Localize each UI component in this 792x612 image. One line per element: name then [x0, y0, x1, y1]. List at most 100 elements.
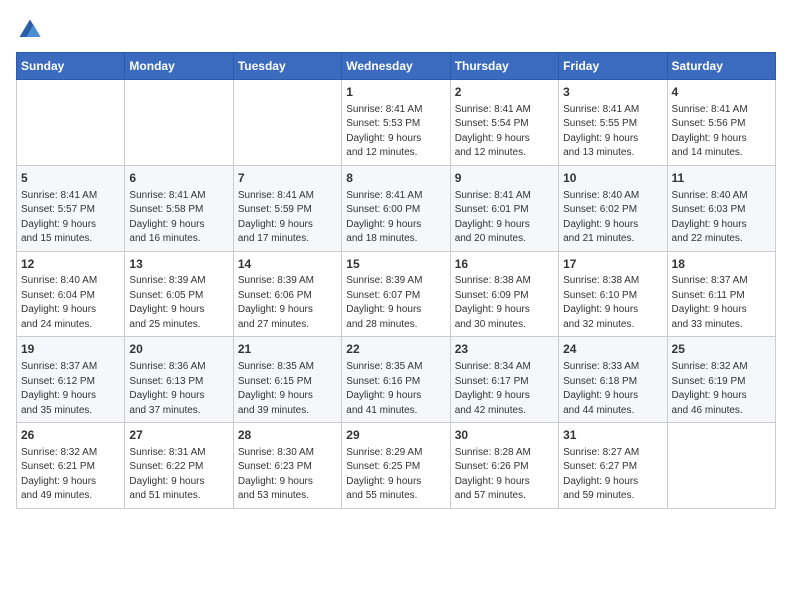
day-number: 20	[129, 341, 228, 358]
day-number: 23	[455, 341, 554, 358]
day-info: Sunrise: 8:41 AM Sunset: 5:54 PM Dayligh…	[455, 103, 554, 161]
day-info: Sunrise: 8:36 AM Sunset: 6:13 PM Dayligh…	[129, 360, 228, 418]
day-cell: 16Sunrise: 8:38 AM Sunset: 6:09 PM Dayli…	[450, 251, 558, 337]
day-cell: 27 Sunrise: 8:31 AM Sunset: 6:22 PM Dayli…	[125, 423, 233, 509]
day-header-wednesday: Wednesday	[342, 53, 450, 80]
day-cell: 8 Sunrise: 8:41 AM Sunset: 6:00 PM Daylig…	[342, 165, 450, 251]
day-info: Sunrise: 8:35 AM Sunset: 6:16 PM Dayligh…	[346, 360, 445, 418]
day-cell: 17Sunrise: 8:38 AM Sunset: 6:10 PM Dayli…	[559, 251, 667, 337]
day-info: Sunrise: 8:41 AM Sunset: 5:53 PM Dayligh…	[346, 103, 445, 161]
day-info: Sunrise: 8:27 AM Sunset: 6:27 PM Dayligh…	[563, 446, 662, 504]
day-number: 17	[563, 256, 662, 273]
day-info: Sunrise: 8:39 AM Sunset: 6:05 PM Dayligh…	[129, 274, 228, 332]
day-info: Sunrise: 8:41 AM Sunset: 6:01 PM Dayligh…	[455, 189, 554, 247]
day-cell: 18Sunrise: 8:37 AM Sunset: 6:11 PM Dayli…	[667, 251, 775, 337]
day-cell: 20 Sunrise: 8:36 AM Sunset: 6:13 PM Dayli…	[125, 337, 233, 423]
week-row-3: 12Sunrise: 8:40 AM Sunset: 6:04 PM Dayli…	[17, 251, 776, 337]
day-cell	[667, 423, 775, 509]
day-info: Sunrise: 8:41 AM Sunset: 5:56 PM Dayligh…	[672, 103, 771, 161]
day-cell: 10Sunrise: 8:40 AM Sunset: 6:02 PM Dayli…	[559, 165, 667, 251]
day-number: 30	[455, 427, 554, 444]
day-info: Sunrise: 8:40 AM Sunset: 6:03 PM Dayligh…	[672, 189, 771, 247]
day-cell: 12Sunrise: 8:40 AM Sunset: 6:04 PM Dayli…	[17, 251, 125, 337]
day-cell	[125, 80, 233, 166]
day-info: Sunrise: 8:29 AM Sunset: 6:25 PM Dayligh…	[346, 446, 445, 504]
day-info: Sunrise: 8:37 AM Sunset: 6:11 PM Dayligh…	[672, 274, 771, 332]
day-cell: 19 Sunrise: 8:37 AM Sunset: 6:12 PM Dayli…	[17, 337, 125, 423]
day-info: Sunrise: 8:41 AM Sunset: 5:58 PM Dayligh…	[129, 189, 228, 247]
day-cell: 5 Sunrise: 8:41 AM Sunset: 5:57 PM Daylig…	[17, 165, 125, 251]
day-number: 10	[563, 170, 662, 187]
page-header	[16, 16, 776, 44]
day-info: Sunrise: 8:39 AM Sunset: 6:06 PM Dayligh…	[238, 274, 337, 332]
day-cell: 1 Sunrise: 8:41 AM Sunset: 5:53 PM Daylig…	[342, 80, 450, 166]
day-info: Sunrise: 8:31 AM Sunset: 6:22 PM Dayligh…	[129, 446, 228, 504]
day-number: 5	[21, 170, 120, 187]
day-cell: 2 Sunrise: 8:41 AM Sunset: 5:54 PM Daylig…	[450, 80, 558, 166]
day-number: 9	[455, 170, 554, 187]
day-info: Sunrise: 8:37 AM Sunset: 6:12 PM Dayligh…	[21, 360, 120, 418]
day-number: 1	[346, 84, 445, 101]
day-cell: 7 Sunrise: 8:41 AM Sunset: 5:59 PM Daylig…	[233, 165, 341, 251]
logo-icon	[16, 16, 44, 44]
day-info: Sunrise: 8:41 AM Sunset: 5:55 PM Dayligh…	[563, 103, 662, 161]
day-number: 8	[346, 170, 445, 187]
week-row-2: 5 Sunrise: 8:41 AM Sunset: 5:57 PM Daylig…	[17, 165, 776, 251]
day-info: Sunrise: 8:33 AM Sunset: 6:18 PM Dayligh…	[563, 360, 662, 418]
week-row-5: 26 Sunrise: 8:32 AM Sunset: 6:21 PM Dayli…	[17, 423, 776, 509]
day-number: 14	[238, 256, 337, 273]
day-info: Sunrise: 8:39 AM Sunset: 6:07 PM Dayligh…	[346, 274, 445, 332]
day-number: 7	[238, 170, 337, 187]
day-cell: 31 Sunrise: 8:27 AM Sunset: 6:27 PM Dayli…	[559, 423, 667, 509]
day-number: 28	[238, 427, 337, 444]
day-cell: 25 Sunrise: 8:32 AM Sunset: 6:19 PM Dayli…	[667, 337, 775, 423]
day-cell: 14Sunrise: 8:39 AM Sunset: 6:06 PM Dayli…	[233, 251, 341, 337]
day-number: 31	[563, 427, 662, 444]
day-cell: 21 Sunrise: 8:35 AM Sunset: 6:15 PM Dayli…	[233, 337, 341, 423]
day-cell: 23Sunrise: 8:34 AM Sunset: 6:17 PM Dayli…	[450, 337, 558, 423]
day-cell: 6 Sunrise: 8:41 AM Sunset: 5:58 PM Daylig…	[125, 165, 233, 251]
calendar-table: SundayMondayTuesdayWednesdayThursdayFrid…	[16, 52, 776, 509]
day-number: 11	[672, 170, 771, 187]
day-info: Sunrise: 8:32 AM Sunset: 6:19 PM Dayligh…	[672, 360, 771, 418]
day-info: Sunrise: 8:40 AM Sunset: 6:04 PM Dayligh…	[21, 274, 120, 332]
day-cell: 29 Sunrise: 8:29 AM Sunset: 6:25 PM Dayli…	[342, 423, 450, 509]
day-number: 15	[346, 256, 445, 273]
day-cell: 4Sunrise: 8:41 AM Sunset: 5:56 PM Daylig…	[667, 80, 775, 166]
day-cell: 24 Sunrise: 8:33 AM Sunset: 6:18 PM Dayli…	[559, 337, 667, 423]
day-info: Sunrise: 8:30 AM Sunset: 6:23 PM Dayligh…	[238, 446, 337, 504]
day-info: Sunrise: 8:41 AM Sunset: 5:59 PM Dayligh…	[238, 189, 337, 247]
day-cell: 26 Sunrise: 8:32 AM Sunset: 6:21 PM Dayli…	[17, 423, 125, 509]
day-header-friday: Friday	[559, 53, 667, 80]
day-number: 6	[129, 170, 228, 187]
day-number: 16	[455, 256, 554, 273]
day-number: 25	[672, 341, 771, 358]
day-cell	[233, 80, 341, 166]
day-cell: 9 Sunrise: 8:41 AM Sunset: 6:01 PM Daylig…	[450, 165, 558, 251]
day-info: Sunrise: 8:41 AM Sunset: 5:57 PM Dayligh…	[21, 189, 120, 247]
day-number: 24	[563, 341, 662, 358]
day-cell: 15Sunrise: 8:39 AM Sunset: 6:07 PM Dayli…	[342, 251, 450, 337]
day-cell: 3Sunrise: 8:41 AM Sunset: 5:55 PM Daylig…	[559, 80, 667, 166]
week-row-4: 19 Sunrise: 8:37 AM Sunset: 6:12 PM Dayli…	[17, 337, 776, 423]
day-number: 19	[21, 341, 120, 358]
day-info: Sunrise: 8:41 AM Sunset: 6:00 PM Dayligh…	[346, 189, 445, 247]
day-header-thursday: Thursday	[450, 53, 558, 80]
day-number: 29	[346, 427, 445, 444]
day-info: Sunrise: 8:32 AM Sunset: 6:21 PM Dayligh…	[21, 446, 120, 504]
day-number: 2	[455, 84, 554, 101]
day-info: Sunrise: 8:38 AM Sunset: 6:09 PM Dayligh…	[455, 274, 554, 332]
day-cell	[17, 80, 125, 166]
day-header-tuesday: Tuesday	[233, 53, 341, 80]
logo	[16, 16, 48, 44]
day-cell: 13Sunrise: 8:39 AM Sunset: 6:05 PM Dayli…	[125, 251, 233, 337]
day-number: 21	[238, 341, 337, 358]
day-number: 22	[346, 341, 445, 358]
day-number: 18	[672, 256, 771, 273]
day-info: Sunrise: 8:38 AM Sunset: 6:10 PM Dayligh…	[563, 274, 662, 332]
day-info: Sunrise: 8:35 AM Sunset: 6:15 PM Dayligh…	[238, 360, 337, 418]
day-number: 26	[21, 427, 120, 444]
day-header-sunday: Sunday	[17, 53, 125, 80]
day-info: Sunrise: 8:28 AM Sunset: 6:26 PM Dayligh…	[455, 446, 554, 504]
day-number: 27	[129, 427, 228, 444]
